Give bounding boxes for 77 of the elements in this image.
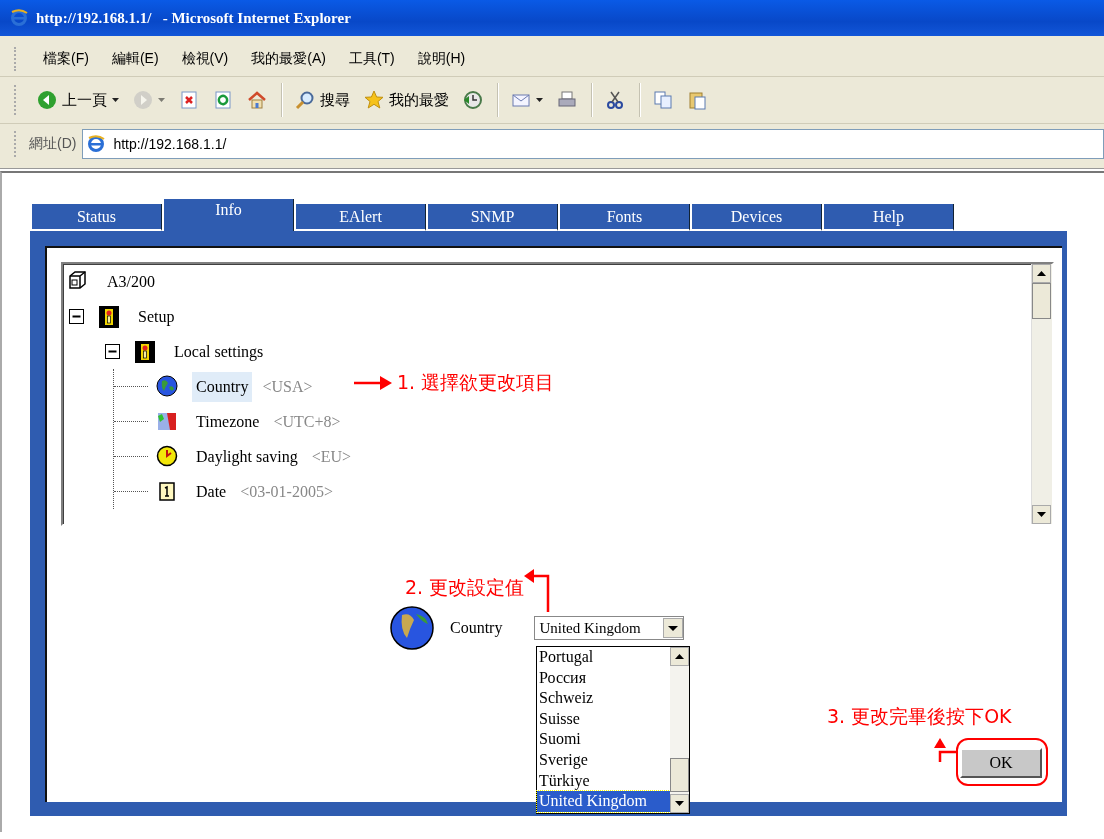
ok-button[interactable]: OK — [960, 748, 1042, 778]
window-title: http://192.168.1.1/ - Microsoft Internet Explorer — [36, 9, 351, 27]
tab[interactable]: Info — [164, 199, 294, 231]
favorites-button[interactable]: 我的最愛 — [358, 86, 455, 114]
house-icon — [247, 90, 267, 110]
tree-item[interactable]: Country — [192, 371, 253, 402]
scrollbar[interactable] — [1031, 264, 1052, 524]
dropdown-option[interactable]: Sverige — [537, 749, 670, 771]
setting-value: <03-01-2005> — [240, 482, 333, 501]
clock-icon — [463, 90, 483, 110]
scissors-icon — [605, 90, 625, 110]
dropdown-option[interactable]: Portugal — [537, 647, 670, 668]
setting-value: <USA> — [262, 377, 313, 396]
address-field[interactable]: http://192.168.1.1/ — [82, 129, 1104, 159]
menu-item[interactable]: 說明(H) — [407, 46, 476, 72]
tab[interactable]: SNMP — [428, 204, 558, 231]
tree-item[interactable]: Daylight saving — [192, 441, 302, 472]
clock-icon — [156, 444, 178, 469]
collapse-icon[interactable] — [69, 309, 84, 324]
menu-item[interactable]: 我的最愛(A) — [241, 46, 336, 72]
tab[interactable]: Fonts — [560, 204, 690, 231]
scroll-down-icon[interactable] — [1032, 505, 1051, 524]
forward-icon — [133, 90, 153, 110]
menu-item[interactable]: 檢視(V) — [171, 46, 239, 72]
clipboard-icon — [687, 90, 707, 110]
traffic-light-icon — [98, 304, 120, 329]
caret-icon — [112, 98, 119, 102]
scroll-down-icon[interactable] — [670, 794, 689, 813]
browser-logo-icon — [10, 8, 30, 28]
caret-icon — [158, 98, 165, 102]
scroll-up-icon[interactable] — [1032, 264, 1051, 283]
dropdown-option[interactable]: Suisse — [537, 708, 670, 730]
tree-item[interactable]: Setup — [134, 301, 179, 332]
tree-item[interactable]: Date — [192, 476, 231, 507]
stop-icon — [179, 90, 199, 110]
tree-item[interactable]: A3/200 — [103, 266, 159, 297]
menu-item[interactable]: 工具(T) — [338, 46, 405, 72]
tab[interactable]: Help — [824, 204, 954, 231]
calendar-icon — [156, 479, 178, 504]
dropdown-option[interactable]: United Kingdom — [537, 791, 670, 812]
traffic-light-icon — [134, 339, 156, 364]
scroll-up-icon[interactable] — [670, 647, 689, 666]
field-label: Country — [450, 619, 503, 637]
caret-icon — [536, 98, 543, 102]
tab[interactable]: EAlert — [296, 204, 426, 231]
menu-item[interactable]: 編輯(E) — [101, 46, 169, 72]
annotation-text: 2. 更改設定值 — [405, 575, 525, 600]
setting-value: <UTC+8> — [273, 412, 341, 431]
search-icon — [295, 90, 315, 110]
refresh-icon — [213, 90, 233, 110]
copy-icon — [653, 90, 673, 110]
callout-arrow — [354, 376, 392, 390]
menu-item[interactable]: 檔案(F) — [33, 46, 99, 72]
back-button[interactable]: 上一頁 — [31, 86, 125, 114]
globe-icon — [156, 374, 178, 399]
printer-icon — [557, 90, 577, 110]
search-button[interactable]: 搜尋 — [289, 86, 356, 114]
collapse-icon[interactable] — [105, 344, 120, 359]
address-label: 網址(D) — [29, 135, 77, 153]
globe-icon — [390, 606, 434, 650]
dropdown-option[interactable]: Suomi — [537, 729, 670, 750]
dropdown-option[interactable]: Schweiz — [537, 688, 670, 709]
scroll-thumb[interactable] — [670, 758, 689, 792]
dropdown-option[interactable]: Россия — [537, 667, 670, 689]
tree-item[interactable]: Local settings — [170, 336, 268, 367]
dropdown-option[interactable]: Türkiye — [537, 770, 670, 792]
callout-arrow — [524, 566, 551, 612]
tab[interactable]: Status — [32, 204, 162, 231]
scroll-thumb[interactable] — [1032, 283, 1051, 319]
tree-item[interactable]: Timezone — [192, 406, 264, 437]
back-icon — [37, 90, 57, 110]
country-dropdown[interactable]: United Kingdom — [534, 616, 685, 640]
tab[interactable]: Devices — [692, 204, 822, 231]
setting-value: <EU> — [311, 447, 352, 466]
annotation-text: 3. 更改完畢後按下OK — [827, 704, 1012, 729]
star-icon — [364, 90, 384, 110]
annotation-text: 1. 選擇欲更改項目 — [397, 370, 555, 395]
